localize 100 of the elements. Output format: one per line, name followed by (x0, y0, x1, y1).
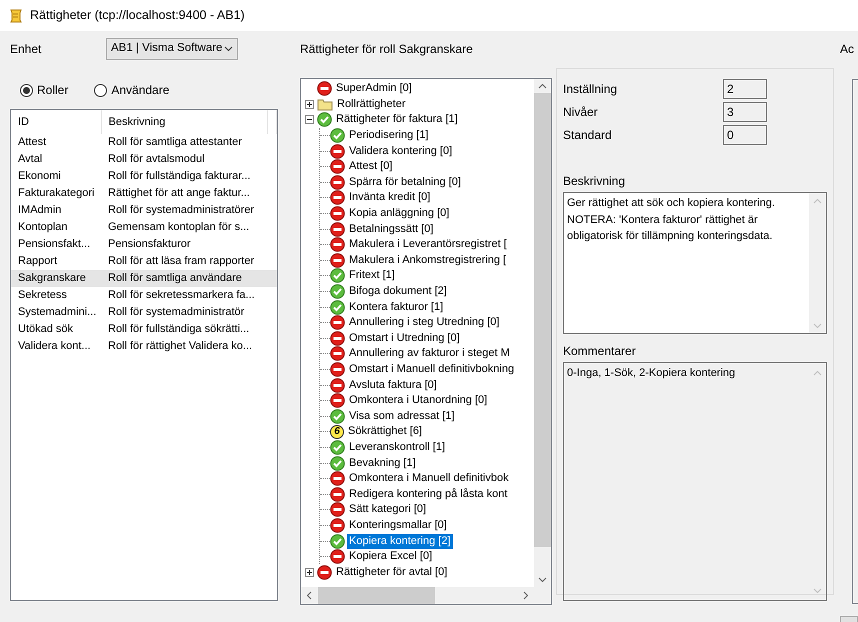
tree-item[interactable]: Leveranskontroll [1] (347, 440, 447, 455)
app-icon (8, 8, 24, 24)
list-cell[interactable]: Rättighet för att ange faktur... (101, 185, 268, 202)
tree-item[interactable]: Makulera i Leverantörsregistret [ (347, 237, 509, 252)
description-field[interactable]: Ger rättighet att sök och kopiera kontering. NOTERA: 'Kontera fakturor' rättighet är obligatorisk för tillämpning konteringsdata. (563, 192, 827, 334)
list-cell[interactable]: IMAdmin (11, 202, 101, 219)
list-cell[interactable]: Roll för fullständiga sökrätti... (101, 321, 268, 338)
no-entry-icon (330, 378, 345, 393)
scroll-thumb[interactable] (318, 587, 435, 604)
list-cell[interactable]: Pensionsfakt... (11, 236, 101, 253)
no-entry-icon (330, 362, 345, 377)
list-cell[interactable]: Roll för avtalsmodul (101, 151, 268, 168)
list-cell[interactable]: Validera kont... (11, 338, 101, 355)
no-entry-icon (330, 206, 345, 222)
comments-label: Kommentarer (563, 343, 637, 360)
list-cell[interactable]: Rapport (11, 253, 101, 270)
tree-item[interactable]: Redigera kontering på låsta kont (347, 486, 510, 502)
no-entry-icon (330, 315, 345, 330)
no-entry-icon (317, 81, 332, 96)
horizontal-scrollbar[interactable] (301, 587, 534, 604)
tree-item[interactable]: Rättigheter för faktura [1] (334, 112, 460, 128)
no-entry-icon (330, 502, 345, 518)
check-icon (330, 300, 345, 315)
no-entry-icon (330, 486, 345, 502)
expand-icon[interactable] (305, 568, 314, 577)
list-cell[interactable]: Sekretess (11, 287, 101, 304)
no-entry-icon (317, 564, 332, 580)
tree-item[interactable]: Kopiera kontering [2] (347, 534, 453, 549)
field-label: Nivåer (563, 104, 598, 120)
list-cell[interactable]: Roll för rättighet Validera ko... (101, 338, 268, 355)
list-cell[interactable]: Roll för sekretessmarkera fa... (101, 287, 268, 304)
no-entry-icon (330, 222, 345, 237)
no-entry-icon (330, 518, 345, 533)
tree-item[interactable]: Kopiera Excel [0] (347, 549, 434, 564)
value-field[interactable]: 0 (723, 124, 767, 144)
tree-item[interactable]: Rättigheter för avtal [0] (334, 564, 450, 580)
list-cell[interactable]: Utökad sök (11, 321, 101, 338)
value-field[interactable]: 3 (723, 102, 767, 122)
tree-item[interactable]: Periodisering [1] (347, 128, 430, 144)
list-cell[interactable]: Roll för fullständiga fakturar... (101, 168, 268, 185)
unit-dropdown[interactable]: AB1 | Visma Software (106, 38, 238, 60)
check-icon (330, 284, 345, 300)
tree-item[interactable]: Invänta kredit [0] (347, 190, 432, 206)
description-label: Beskrivning (563, 173, 626, 190)
list-cell[interactable]: Fakturakategori (11, 185, 101, 202)
no-entry-icon (330, 252, 345, 268)
no-entry-icon (330, 144, 345, 159)
list-cell[interactable]: Sakgranskare (11, 270, 101, 287)
column-header[interactable]: ID (11, 110, 101, 134)
tree-item[interactable]: Annullering av fakturor i steget M (347, 346, 512, 362)
tree-item[interactable]: Visa som adressat [1] (347, 408, 457, 424)
list-cell[interactable]: Roll för systemadministratörer (101, 202, 268, 219)
tree-item[interactable]: Omkontera i Manuell definitivbok (347, 471, 511, 486)
comments-field[interactable]: 0-Inga, 1-Sök, 2-Kopiera kontering (563, 362, 827, 601)
tree-item[interactable]: Bifoga dokument [2] (347, 284, 449, 300)
field-label: Standard (563, 126, 612, 144)
tree-item[interactable]: Validera kontering [0] (347, 144, 454, 159)
expand-icon[interactable] (305, 100, 314, 109)
tree-item[interactable]: Avsluta faktura [0] (347, 378, 439, 393)
radio-button[interactable]: Roller (20, 81, 68, 99)
list-cell[interactable]: Avtal (11, 151, 101, 168)
no-entry-icon (330, 346, 345, 362)
tree-item[interactable]: Annullering i steg Utredning [0] (347, 315, 502, 330)
tree-item[interactable]: Bevakning [1] (347, 456, 418, 471)
column-header[interactable]: Beskrivning (101, 110, 268, 134)
tree-item[interactable]: Sätt kategori [0] (347, 502, 428, 518)
no-entry-icon (330, 471, 345, 486)
tree-item[interactable]: Makulera i Ankomstregistrering [ (347, 252, 508, 268)
list-cell[interactable]: Attest (11, 134, 101, 151)
level-badge: 6 (330, 424, 344, 439)
tree-item[interactable]: Omstart i Manuell definitivbokning (347, 362, 516, 377)
list-cell[interactable]: Roll för att läsa fram rapporter (101, 253, 268, 270)
tree-item[interactable]: Kopia anläggning [0] (347, 206, 452, 222)
list-cell[interactable]: Gemensam kontoplan för s... (101, 219, 268, 236)
tree-item[interactable]: Sökrättighet [6] (346, 424, 424, 440)
tree-item[interactable]: Fritext [1] (347, 268, 397, 284)
tree-item[interactable]: Rollrättigheter (335, 96, 408, 112)
tree-item[interactable]: Omkontera i Utanordning [0] (347, 393, 490, 408)
list-cell[interactable]: Kontoplan (11, 219, 101, 236)
radio-button[interactable]: Användare (94, 81, 170, 99)
list-cell[interactable]: Ekonomi (11, 168, 101, 185)
tree-item[interactable]: SuperAdmin [0] (334, 81, 414, 96)
collapse-icon[interactable] (305, 115, 314, 124)
rights-heading: Rättigheter för roll Sakgranskare (300, 41, 474, 58)
list-cell[interactable]: Pensionsfakturor (101, 236, 268, 253)
tree-item[interactable]: Spärra för betalning [0] (347, 174, 463, 190)
tree-item[interactable]: Konteringsmallar [0] (347, 518, 449, 533)
check-icon (330, 456, 345, 471)
window-title: Rättigheter (tcp://localhost:9400 - AB1) (30, 7, 245, 24)
list-cell[interactable]: Roll för samtliga användare (101, 270, 268, 287)
tree-item[interactable]: Kontera fakturor [1] (347, 300, 446, 315)
column-heading: Ac (840, 41, 856, 58)
list-cell[interactable]: Systemadmini... (11, 304, 101, 321)
list-cell[interactable]: Roll för systemadministratör (101, 304, 268, 321)
tree-item[interactable]: Attest [0] (347, 159, 394, 174)
caret-icon (224, 46, 233, 52)
tree-item[interactable]: Omstart i Utredning [0] (347, 330, 462, 346)
value-field[interactable]: 2 (723, 78, 767, 98)
tree-item[interactable]: Betalningssätt [0] (347, 222, 436, 237)
list-cell[interactable]: Roll för samtliga attestanter (101, 134, 268, 151)
